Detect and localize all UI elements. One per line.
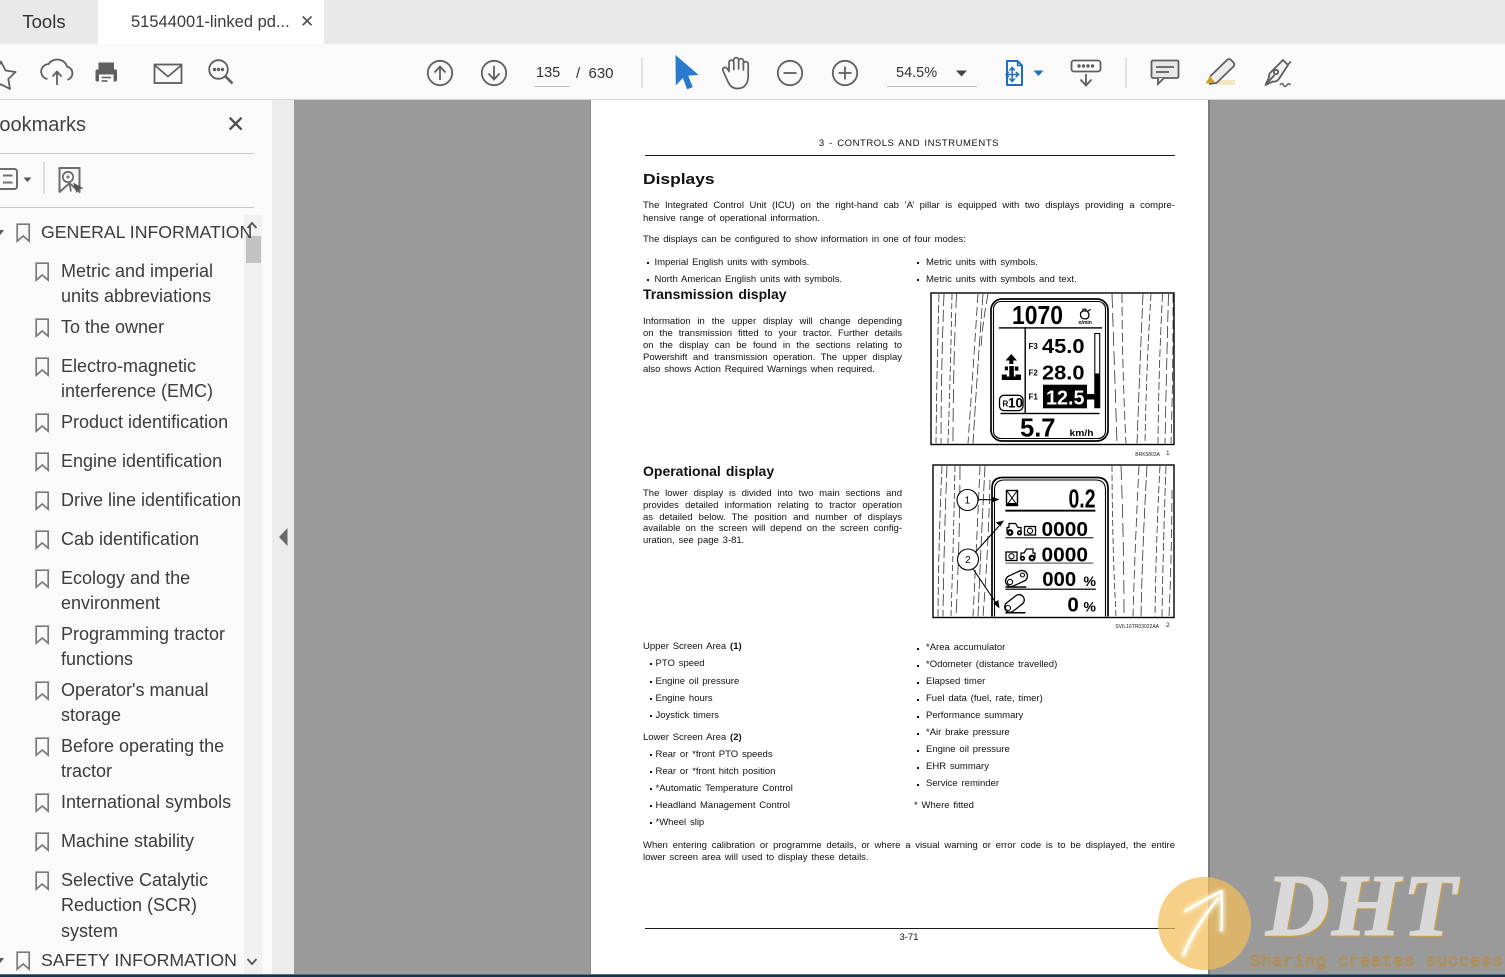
svg-text:1070: 1070 xyxy=(1012,300,1063,330)
svg-text:0.2: 0.2 xyxy=(1069,484,1096,514)
svg-text:%: % xyxy=(1084,599,1097,615)
svg-text:2: 2 xyxy=(965,555,971,566)
svg-text:F2: F2 xyxy=(1029,369,1039,378)
svg-text:%: % xyxy=(1084,573,1097,589)
svg-text:1: 1 xyxy=(965,496,971,507)
svg-text:0: 0 xyxy=(1067,594,1078,617)
svg-text:F3: F3 xyxy=(1029,342,1039,351)
svg-text:5.7: 5.7 xyxy=(1020,413,1056,443)
svg-text:45.0: 45.0 xyxy=(1042,335,1085,358)
svg-text:28.0: 28.0 xyxy=(1042,362,1085,385)
svg-text:n/min: n/min xyxy=(1079,320,1092,326)
svg-text:12.5: 12.5 xyxy=(1046,387,1085,410)
svg-text:000: 000 xyxy=(1042,568,1076,591)
svg-text:km/h: km/h xyxy=(1070,428,1094,439)
svg-text:10: 10 xyxy=(1008,396,1023,411)
svg-text:F1: F1 xyxy=(1029,393,1039,402)
